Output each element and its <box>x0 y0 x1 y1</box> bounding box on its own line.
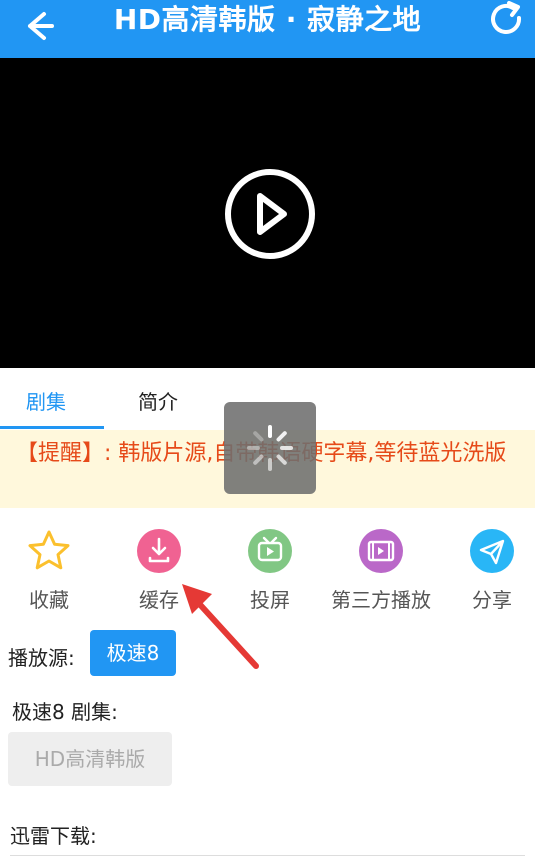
third-party-player-button[interactable]: 第三方播放 <box>326 528 436 613</box>
annotation-arrow-icon <box>182 584 259 669</box>
favorite-label: 收藏 <box>29 588 69 612</box>
loading-spinner-icon <box>247 425 293 471</box>
share-label: 分享 <box>472 588 512 612</box>
episode-chip[interactable]: HD高清韩版 <box>8 732 172 786</box>
paper-plane-icon <box>470 529 514 573</box>
page-title: HD高清韩版 · 寂静之地 <box>113 3 422 36</box>
loading-overlay <box>224 402 316 494</box>
tab-episodes[interactable]: 剧集 <box>26 386 66 415</box>
thunder-download-label: 迅雷下载: <box>10 824 97 848</box>
episodes-label: 极速8 剧集: <box>12 700 118 724</box>
divider <box>10 855 525 856</box>
active-tab-indicator <box>0 426 104 429</box>
download-icon <box>137 529 181 573</box>
playback-source-label: 播放源: <box>8 646 75 670</box>
share-button[interactable]: 分享 <box>437 528 535 613</box>
play-icon[interactable] <box>224 168 316 260</box>
tv-icon <box>248 529 292 573</box>
source-chip-selected[interactable]: 极速8 <box>90 630 176 676</box>
tab-intro[interactable]: 简介 <box>138 386 178 415</box>
refresh-icon[interactable] <box>487 0 527 40</box>
top-app-bar: HD高清韩版 · 寂静之地 <box>0 0 535 58</box>
favorite-button[interactable]: 收藏 <box>0 528 104 613</box>
film-icon <box>359 529 403 573</box>
star-icon <box>28 530 70 570</box>
third-party-player-label: 第三方播放 <box>331 588 431 612</box>
video-player[interactable] <box>0 58 535 368</box>
